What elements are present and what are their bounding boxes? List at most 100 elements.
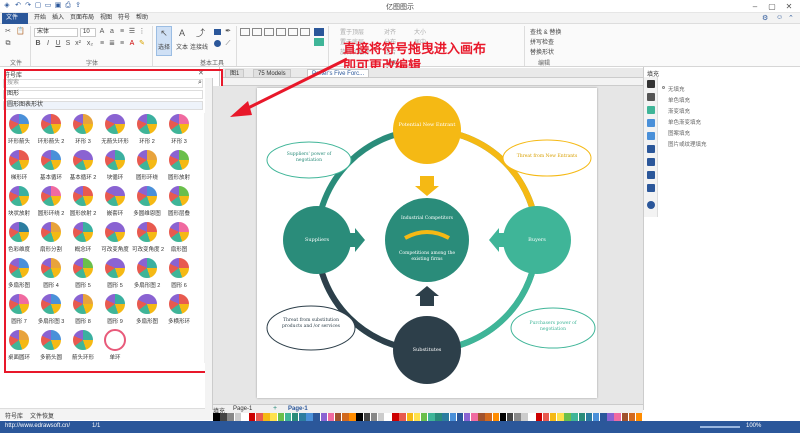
- palette-swatch[interactable]: [585, 413, 593, 421]
- menu-view[interactable]: 视图: [96, 13, 116, 24]
- tab-symbol-library[interactable]: 符号库: [5, 411, 23, 420]
- paste-icon[interactable]: 📋: [16, 28, 25, 36]
- style-swatch[interactable]: [252, 28, 262, 36]
- bold-icon[interactable]: B: [34, 40, 42, 48]
- palette-swatch[interactable]: [542, 413, 550, 421]
- option-picture-fill[interactable]: 图片或纹理填充: [668, 140, 707, 148]
- tab-file-recovery[interactable]: 文件恢复: [30, 411, 54, 420]
- palette-swatch[interactable]: [607, 413, 614, 421]
- pen-tool-icon[interactable]: ✒: [224, 28, 232, 36]
- palette-swatch[interactable]: [535, 413, 543, 421]
- italic-icon[interactable]: I: [44, 40, 52, 48]
- align-right-icon[interactable]: ≡: [118, 40, 126, 48]
- palette-swatch[interactable]: [284, 413, 292, 421]
- minimize-icon[interactable]: –: [748, 1, 762, 12]
- palette-swatch[interactable]: [377, 413, 385, 421]
- palette-swatch[interactable]: [628, 413, 636, 421]
- bullets-icon[interactable]: ☰: [128, 28, 136, 36]
- palette-swatch[interactable]: [349, 413, 356, 421]
- palette-swatch[interactable]: [277, 413, 285, 421]
- add-page-icon[interactable]: +: [273, 405, 277, 412]
- line-icon[interactable]: [647, 93, 655, 101]
- palette-swatch[interactable]: [549, 413, 557, 421]
- user-icon[interactable]: ☺: [776, 14, 783, 21]
- palette-swatch[interactable]: [306, 413, 313, 421]
- palette-swatch[interactable]: [334, 413, 342, 421]
- palette-swatch[interactable]: [363, 413, 371, 421]
- palette-swatch[interactable]: [471, 413, 478, 421]
- arrow-up[interactable]: [415, 286, 439, 306]
- palette-swatch[interactable]: [578, 413, 586, 421]
- find-replace-button[interactable]: 查找 & 替换: [530, 27, 561, 36]
- palette-swatch[interactable]: [463, 413, 471, 421]
- bring-front-button[interactable]: 置于顶层: [340, 27, 364, 36]
- palette-swatch[interactable]: [557, 413, 564, 421]
- settings-icon[interactable]: ⚙: [762, 14, 768, 22]
- palette-swatch[interactable]: [600, 413, 607, 421]
- menu-home[interactable]: 开始: [30, 13, 50, 24]
- image-icon[interactable]: [647, 119, 655, 127]
- palette-swatch[interactable]: [370, 413, 378, 421]
- palette-swatch[interactable]: [406, 413, 414, 421]
- menu-symbols[interactable]: 符号: [114, 13, 134, 24]
- list-icon[interactable]: ⋮: [138, 28, 146, 36]
- palette-swatch[interactable]: [320, 413, 328, 421]
- palette-swatch[interactable]: [614, 413, 621, 421]
- palette-swatch[interactable]: [291, 413, 299, 421]
- palette-swatch[interactable]: [528, 413, 535, 421]
- attachment-icon[interactable]: [647, 158, 655, 166]
- arrow-down[interactable]: [415, 176, 439, 196]
- palette-swatch[interactable]: [248, 413, 256, 421]
- fill-icon[interactable]: [647, 80, 655, 88]
- highlight-icon[interactable]: ✎: [138, 40, 146, 48]
- fill-color-swatch[interactable]: [314, 28, 324, 36]
- align-center-icon[interactable]: ≣: [108, 40, 116, 48]
- line-color-swatch[interactable]: [314, 38, 324, 46]
- note-icon[interactable]: [647, 171, 655, 179]
- palette-swatch[interactable]: [564, 413, 571, 421]
- comment-icon[interactable]: [647, 184, 655, 192]
- palette-swatch[interactable]: [621, 413, 629, 421]
- palette-swatch[interactable]: [428, 413, 435, 421]
- size-button[interactable]: 大小: [414, 27, 426, 36]
- palette-swatch[interactable]: [413, 413, 421, 421]
- center-circle[interactable]: [385, 198, 469, 282]
- palette-swatch[interactable]: [478, 413, 485, 421]
- color-palette[interactable]: [213, 413, 643, 421]
- palette-swatch[interactable]: [456, 413, 464, 421]
- node-potential-new-entrant[interactable]: [393, 96, 461, 164]
- shrink-font-icon[interactable]: a: [108, 28, 116, 36]
- palette-swatch[interactable]: [514, 413, 521, 421]
- style-swatch[interactable]: [264, 28, 274, 36]
- palette-swatch[interactable]: [449, 413, 457, 421]
- menu-file[interactable]: 文件: [2, 13, 28, 24]
- menu-help[interactable]: 帮助: [132, 13, 152, 24]
- copy-icon[interactable]: ⧉: [4, 40, 12, 48]
- option-solid-fill[interactable]: 单色填充: [668, 96, 690, 104]
- style-swatch[interactable]: [288, 28, 298, 36]
- spell-check-button[interactable]: 拼写检查: [530, 37, 554, 46]
- ellipse-shape-icon[interactable]: [214, 40, 221, 47]
- palette-swatch[interactable]: [506, 413, 514, 421]
- palette-swatch[interactable]: [635, 413, 643, 421]
- status-url[interactable]: http://www.edrawsoft.cn/: [5, 423, 70, 429]
- page-tab[interactable]: Page-1: [233, 406, 252, 412]
- font-size-select[interactable]: 10: [80, 28, 96, 37]
- maximize-icon[interactable]: ▢: [765, 1, 779, 12]
- palette-swatch[interactable]: [256, 413, 263, 421]
- palette-swatch[interactable]: [241, 413, 249, 421]
- palette-swatch[interactable]: [499, 413, 507, 421]
- menu-insert[interactable]: 插入: [48, 13, 68, 24]
- connector-tool-icon[interactable]: ⤴: [196, 29, 205, 38]
- menu-page-layout[interactable]: 页面布局: [66, 13, 98, 24]
- strikethrough-icon[interactable]: S: [64, 40, 72, 48]
- align-left-icon[interactable]: ≡: [98, 40, 106, 48]
- palette-swatch[interactable]: [571, 413, 578, 421]
- radio-no-fill[interactable]: [662, 86, 665, 89]
- palette-swatch[interactable]: [356, 413, 363, 421]
- palette-swatch[interactable]: [442, 413, 449, 421]
- hyperlink-icon[interactable]: [647, 145, 655, 153]
- font-name-select[interactable]: 宋体: [34, 28, 78, 37]
- palette-swatch[interactable]: [299, 413, 306, 421]
- palette-swatch[interactable]: [263, 413, 270, 421]
